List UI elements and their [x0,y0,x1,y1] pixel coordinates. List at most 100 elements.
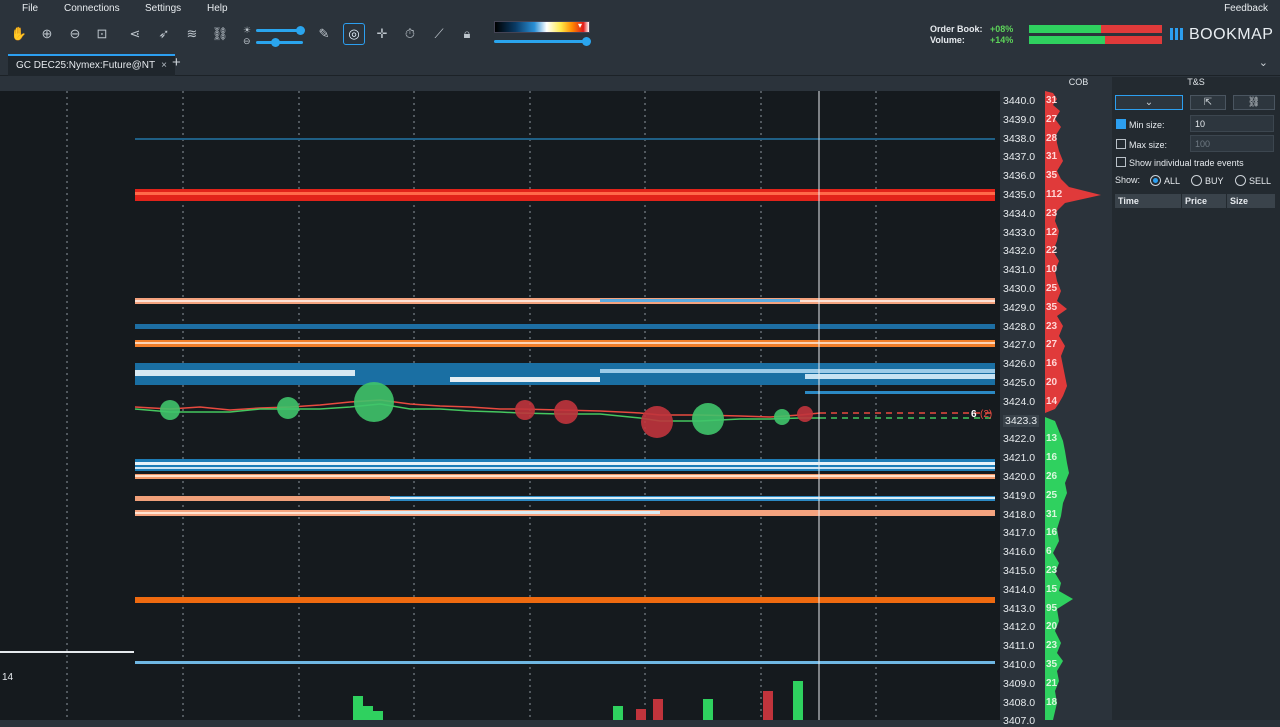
liquidity-levels [0,138,995,664]
layers-icon[interactable]: ≋ [183,25,201,43]
menu-connections[interactable]: Connections [64,3,120,14]
show-individual-checkbox[interactable] [1116,157,1126,167]
popout-icon: ⇱ [1203,97,1213,108]
lock-icon[interactable]: 🔒︎ [458,25,476,43]
show-buy-label: BUY [1205,176,1224,186]
max-size-label: Max size: [1129,140,1168,150]
show-sell-radio[interactable] [1235,175,1246,186]
crosshair-icon[interactable]: ✛ [373,25,391,43]
chat-bubble-icon[interactable]: ◎ [343,23,365,45]
cob-ask-size: 16 [1046,358,1058,370]
timer-icon[interactable]: ⏱ [401,25,419,43]
min-size-checkbox[interactable] [1116,119,1126,129]
tab-bar: GC DEC25:Nymex:Future@NT × [0,52,1280,76]
chevron-down-icon[interactable]: ⌄ [1259,56,1268,69]
price-label: 3422.0 [1003,433,1036,446]
zoom-fit-icon[interactable]: ⊡ [93,25,111,43]
tab-label: GC DEC25:Nymex:Future@NT [16,60,156,71]
cob-ask-size: 20 [1046,377,1058,388]
cob-bid-size: 21 [1046,677,1058,689]
gradient-slider[interactable] [494,37,591,46]
menu-help[interactable]: Help [207,3,228,14]
hand-icon[interactable]: ✋ [10,25,28,43]
cob-bid-size: 31 [1046,508,1058,520]
show-all-label: ALL [1164,176,1181,186]
cob-ask-size: 27 [1046,113,1058,125]
price-label: 3417.0 [1003,527,1036,540]
price-label: 3426.0 [1003,358,1036,371]
max-size-checkbox[interactable] [1116,139,1126,149]
zoom-out-icon[interactable]: ⊖ [66,25,84,43]
volume-bars [353,681,803,720]
cob-bid-size: 15 [1046,583,1058,595]
heatmap-chart[interactable]: 14 6 (2) [0,91,1000,720]
volume-value: +14% [990,35,1014,45]
price-label: 3437.0 [1003,151,1036,164]
column-header-price[interactable]: Price [1182,194,1226,208]
menu-settings[interactable]: Settings [145,3,181,14]
cob-bid-size: 26 [1046,471,1058,482]
chevron-down-icon[interactable]: ▾ [578,21,582,30]
show-individual-label: Show individual trade events [1129,158,1244,168]
column-header-time[interactable]: Time [1115,194,1181,208]
cob-panel: 31 27 28 31 35 112 23 12 22 10 25 35 23 27 16 20 14 13 16 2… [1045,91,1112,720]
line-chart-icon[interactable]: ⟋ [430,25,448,43]
share-icon[interactable]: ⋖ [126,25,144,43]
price-label: 3423.3 [1003,414,1040,427]
volume-axis-label: 14 [2,672,14,683]
price-label: 3434.0 [1003,207,1036,220]
min-size-input[interactable]: 10 [1190,115,1274,132]
min-size-label: Min size: [1129,120,1165,130]
price-label: 3440.0 [1003,95,1036,107]
cob-bid-size: 95 [1046,602,1058,614]
brightness-slider[interactable] [256,26,305,35]
feedback-link[interactable]: Feedback [1224,3,1268,14]
chevron-down-icon: ⌄ [1144,97,1154,108]
menu-file[interactable]: File [22,3,38,14]
price-label: 3407.0 [1003,715,1036,727]
contrast-slider[interactable] [256,38,303,47]
close-icon[interactable]: × [161,60,167,71]
ts-dropdown[interactable]: ⌄ [1115,95,1183,110]
heatmap-canvas [0,91,995,720]
ts-popout-button[interactable]: ⇱ [1190,95,1226,110]
cob-bid-size: 18 [1046,696,1058,708]
ts-link-button[interactable]: ⛓ [1233,95,1275,110]
show-buy-radio[interactable] [1191,175,1202,186]
price-label: 3428.0 [1003,320,1036,333]
show-all-radio[interactable] [1150,175,1161,186]
cob-ask-size: 25 [1046,283,1058,294]
cob-ask-size: 10 [1046,264,1058,276]
column-header-size[interactable]: Size [1227,194,1275,208]
price-label: 3410.0 [1003,659,1036,671]
pencil-icon[interactable]: ✎ [315,25,333,43]
cob-ask-size: 12 [1046,226,1058,238]
order-book-value: +08% [990,24,1014,34]
trade-bubbles [160,382,813,438]
cob-bid-size: 20 [1046,621,1058,633]
price-label: 3421.0 [1003,452,1036,465]
link-icon[interactable]: ⛓ [211,25,229,43]
add-tab-button[interactable]: + [172,54,181,71]
cob-header: COB [1045,77,1112,91]
bookmap-logo-icon [1170,28,1183,40]
rocket-icon[interactable]: ➶ [155,25,173,43]
heatmap-gradient-selector[interactable] [494,21,590,33]
brightness-icon: ☀ [243,25,252,35]
price-label: 3408.0 [1003,696,1036,709]
cob-bid-size: 13 [1046,433,1058,445]
max-size-input[interactable]: 100 [1190,135,1274,152]
price-label: 3409.0 [1003,677,1036,690]
price-axis[interactable]: 3440.0 3439.0 3438.0 3437.0 3436.0 3435.0 3434… [1000,91,1045,727]
cob-bid-size: 23 [1046,640,1058,652]
volume-label: Volume: [930,35,965,45]
price-label: 3435.0 [1003,189,1036,201]
cob-bid-size: 35 [1046,659,1058,670]
zoom-in-icon[interactable]: ⊕ [38,25,56,43]
price-label: 3430.0 [1003,283,1036,295]
tab-instrument[interactable]: GC DEC25:Nymex:Future@NT × [8,54,175,76]
time-and-sales-panel: T&S ⌄ ⇱ ⛓ Min size: 10 Max size: 100 Sho… [1112,77,1280,720]
last-trade-size: 6 [971,409,977,420]
cob-ask-size: 35 [1046,301,1058,313]
show-sell-label: SELL [1249,176,1272,186]
